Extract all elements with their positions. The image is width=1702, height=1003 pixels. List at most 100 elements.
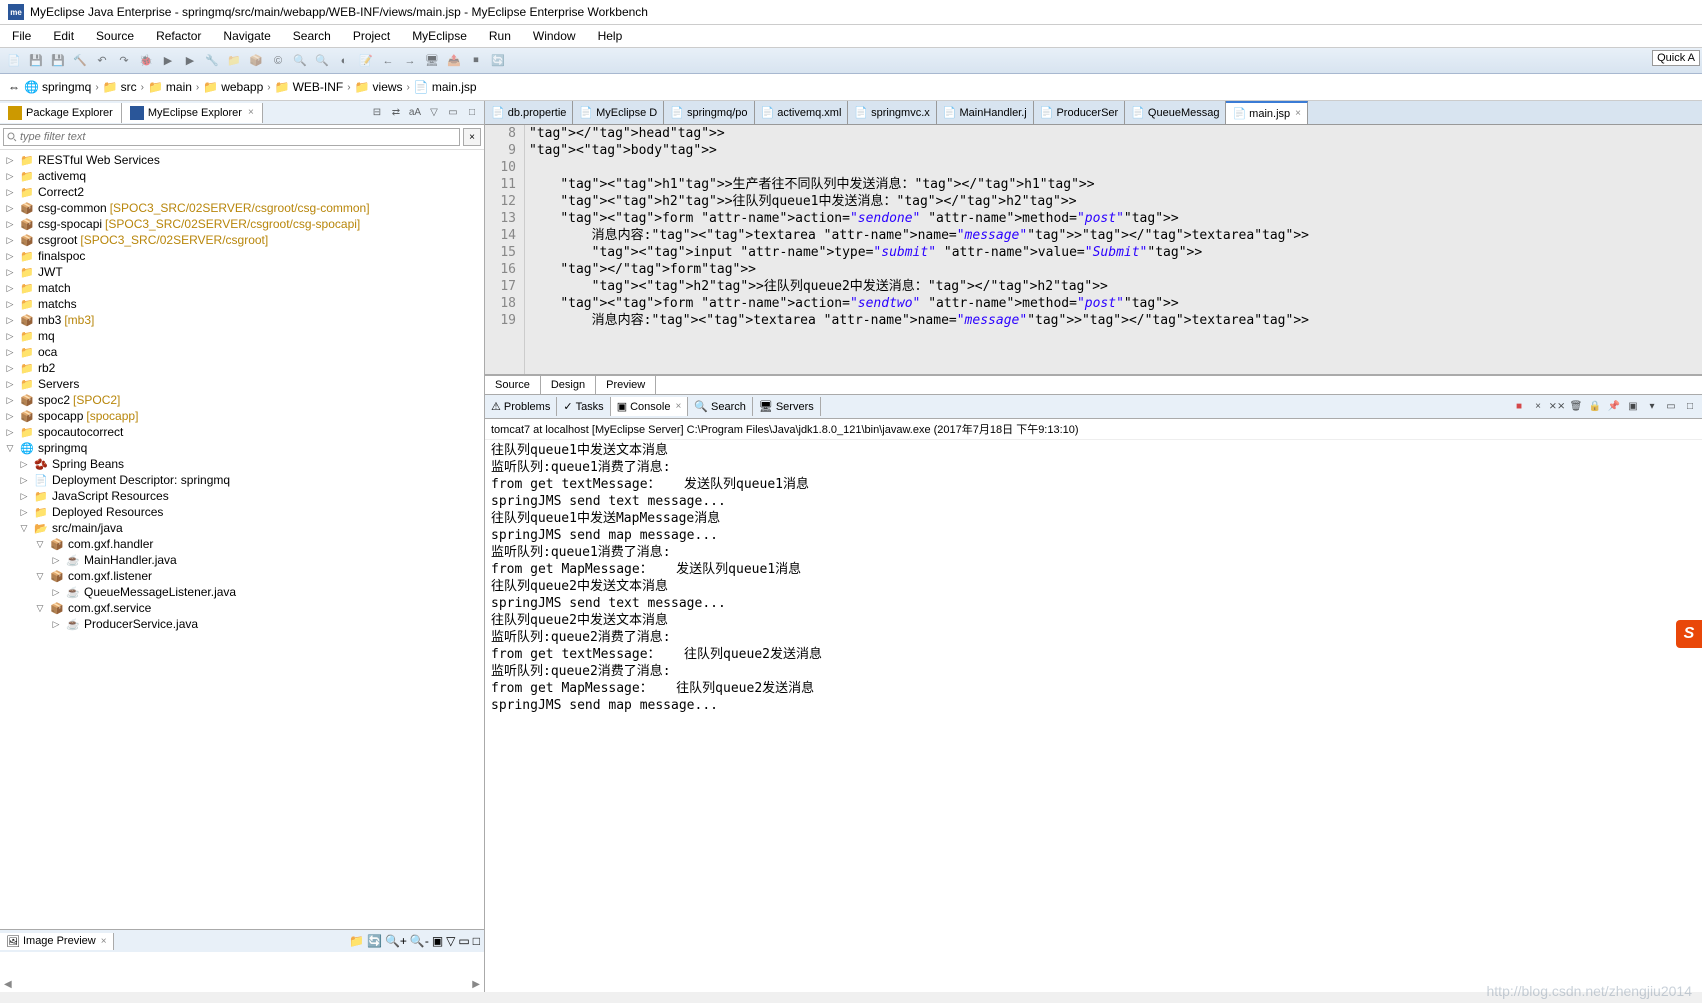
tree-item[interactable]: ▷📦csg-spocapi [SPOC3_SRC/02SERVER/csgroo… [0,216,484,232]
breadcrumb-item[interactable]: 📁 WEB-INF [275,80,344,94]
expand-arrow-icon[interactable]: ▷ [4,427,16,438]
editor-tab[interactable]: 📄springmvc.x [848,101,936,124]
editor-tab[interactable]: 📄ProducerSer [1034,101,1125,124]
pin-console-icon[interactable]: 📌 [1606,399,1622,415]
fit-icon[interactable]: ▣ [432,934,443,948]
stop-icon[interactable]: ⏹ [466,51,486,71]
expand-arrow-icon[interactable]: ▷ [4,347,16,358]
breadcrumb-item[interactable]: 📁 src [103,80,137,94]
scroll-lock-icon[interactable]: 🔒 [1587,399,1603,415]
expand-arrow-icon[interactable]: ▷ [4,267,16,278]
expand-arrow-icon[interactable]: ▷ [4,235,16,246]
tree-item[interactable]: ▽📦com.gxf.handler [0,536,484,552]
tree-item[interactable]: ▷📁Correct2 [0,184,484,200]
zoom-in-icon[interactable]: 🔍+ [385,934,407,948]
tree-item[interactable]: ▷📁rb2 [0,360,484,376]
tree-item[interactable]: ▷📁matchs [0,296,484,312]
run-icon[interactable]: ▶ [158,51,178,71]
close-icon[interactable]: × [1295,108,1301,119]
ext-tools-icon[interactable]: 🔧 [202,51,222,71]
expand-arrow-icon[interactable]: ▷ [4,331,16,342]
expand-arrow-icon[interactable]: ▷ [18,507,30,518]
new-class-icon[interactable]: © [268,51,288,71]
folder-icon[interactable]: 📁 [349,934,364,948]
new-icon[interactable]: 📄 [4,51,24,71]
redo-icon[interactable]: ↷ [114,51,134,71]
breadcrumb-item[interactable]: 📁 main [148,80,192,94]
tree-item[interactable]: ▷📄Deployment Descriptor: springmq [0,472,484,488]
filter-input[interactable] [3,128,460,146]
tree-item[interactable]: ▷📁activemq [0,168,484,184]
server-icon[interactable]: 🖥 [422,51,442,71]
menu-refactor[interactable]: Refactor [152,27,205,45]
code-content[interactable]: "tag"></"tag">head"tag">> "tag"><"tag">b… [525,125,1702,374]
editor-tab[interactable]: 📄db.propertie [485,101,573,124]
scroll-right-icon[interactable]: ▶ [472,979,480,990]
tab-myeclipse-explorer[interactable]: MyEclipse Explorer × [122,103,263,123]
close-icon[interactable]: × [675,401,681,412]
tree-item[interactable]: ▷📁oca [0,344,484,360]
menu-search[interactable]: Search [289,27,335,45]
expand-arrow-icon[interactable]: ▷ [4,187,16,198]
tab-source[interactable]: Source [485,376,541,394]
close-icon[interactable]: × [101,936,107,947]
tree-item[interactable]: ▽🌐springmq [0,440,484,456]
menu-file[interactable]: File [8,27,35,45]
undo-icon[interactable]: ↶ [92,51,112,71]
expand-arrow-icon[interactable]: ▷ [4,315,16,326]
filter-icon[interactable]: aA [407,105,423,121]
expand-arrow-icon[interactable]: ▷ [4,411,16,422]
back-icon[interactable]: ← [378,51,398,71]
zoom-out-icon[interactable]: 🔍- [410,934,429,948]
refresh-icon[interactable]: 🔄 [367,934,382,948]
minimize-icon[interactable]: ▭ [458,934,469,948]
tree-item[interactable]: ▷📁match [0,280,484,296]
clear-filter-button[interactable]: × [463,128,481,146]
expand-arrow-icon[interactable]: ▽ [18,523,30,534]
editor-tab[interactable]: 📄MyEclipse D [573,101,664,124]
tree-item[interactable]: ▷📁Servers [0,376,484,392]
expand-arrow-icon[interactable]: ▽ [34,603,46,614]
tree-item[interactable]: ▷📁Deployed Resources [0,504,484,520]
save-all-icon[interactable]: 💾 [48,51,68,71]
editor-tab[interactable]: 📄activemq.xml [755,101,849,124]
tree-item[interactable]: ▷☕MainHandler.java [0,552,484,568]
open-type-icon[interactable]: 🔍 [290,51,310,71]
expand-arrow-icon[interactable]: ▷ [4,251,16,262]
new-package-icon[interactable]: 📦 [246,51,266,71]
remove-all-icon[interactable]: ⨯⨯ [1549,399,1565,415]
editor-tab[interactable]: 📄springmq/po [664,101,754,124]
expand-arrow-icon[interactable]: ▷ [4,379,16,390]
collapse-all-icon[interactable]: ⊟ [369,105,385,121]
editor-tab[interactable]: 📄MainHandler.j [937,101,1034,124]
forward-icon[interactable]: → [400,51,420,71]
expand-arrow-icon[interactable]: ▷ [4,203,16,214]
open-console-icon[interactable]: ▾ [1644,399,1660,415]
expand-arrow-icon[interactable]: ▽ [34,539,46,550]
menu-project[interactable]: Project [349,27,394,45]
save-icon[interactable]: 💾 [26,51,46,71]
maximize-icon[interactable]: □ [473,934,480,948]
expand-arrow-icon[interactable]: ▷ [4,395,16,406]
maximize-icon[interactable]: □ [464,105,480,121]
console-output[interactable]: 往队列queue1中发送文本消息 监听队列:queue1消费了消息: from … [485,440,1702,992]
annotations-icon[interactable]: 📝 [356,51,376,71]
tree-item[interactable]: ▷📁RESTful Web Services [0,152,484,168]
expand-arrow-icon[interactable]: ▷ [4,299,16,310]
build-icon[interactable]: 🔨 [70,51,90,71]
debug-icon[interactable]: 🐞 [136,51,156,71]
menu-source[interactable]: Source [92,27,138,45]
tab-tasks[interactable]: ✓Tasks [557,397,610,416]
tab-servers[interactable]: 🖥Servers [753,397,821,416]
sogou-input-icon[interactable]: S [1676,620,1702,648]
search-icon[interactable]: 🔍 [312,51,332,71]
editor-tab[interactable]: 📄main.jsp× [1226,101,1308,124]
tree-item[interactable]: ▽📦com.gxf.service [0,600,484,616]
remove-icon[interactable]: × [1530,399,1546,415]
view-menu-icon[interactable]: ▽ [426,105,442,121]
expand-arrow-icon[interactable]: ▷ [18,459,30,470]
run-config-icon[interactable]: ▶ [180,51,200,71]
restart-icon[interactable]: 🔄 [488,51,508,71]
breadcrumb-item[interactable]: 📄 main.jsp [414,80,477,94]
breadcrumb-item[interactable]: 📁 webapp [203,80,263,94]
